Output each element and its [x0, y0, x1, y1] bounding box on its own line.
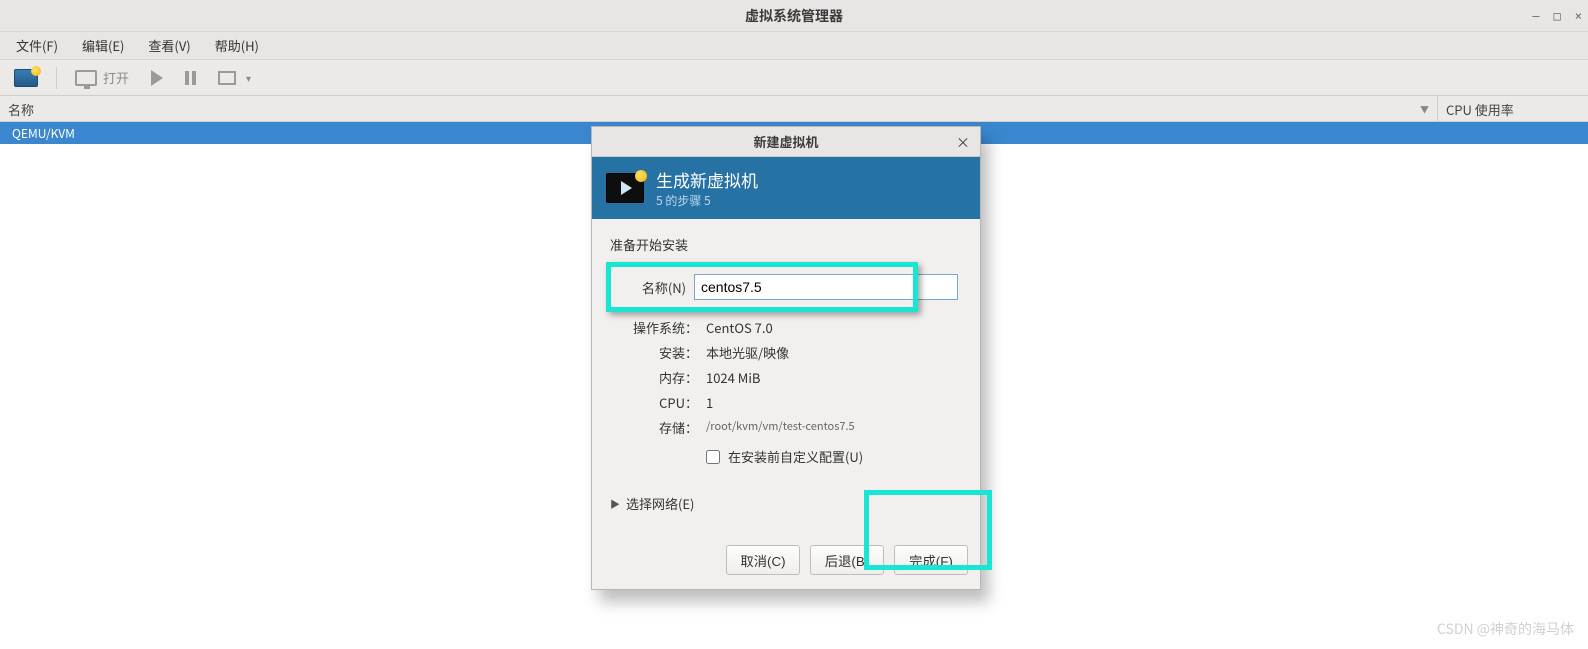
maximize-button[interactable]: □ [1554, 9, 1561, 23]
finish-button[interactable]: 完成(F) [894, 545, 968, 575]
column-headers: 名称 ▼ CPU 使用率 [0, 96, 1588, 122]
install-value: 本地光驱/映像 [706, 343, 789, 362]
cpu-value: 1 [706, 393, 713, 412]
dialog-header: 生成新虚拟机 5 的步骤 5 [592, 157, 980, 219]
os-value: CentOS 7.0 [706, 318, 773, 337]
hypervisor-label: QEMU/KVM [12, 125, 75, 142]
network-expander[interactable]: ▶ 选择网络(E) [610, 494, 962, 513]
dialog-header-title: 生成新虚拟机 [656, 167, 758, 192]
install-row: 安装： 本地光驱/映像 [620, 343, 962, 362]
menu-file[interactable]: 文件(F) [6, 34, 68, 57]
open-label: 打开 [103, 68, 129, 87]
os-row: 操作系统： CentOS 7.0 [620, 318, 962, 337]
menu-edit[interactable]: 编辑(E) [72, 34, 134, 57]
run-button[interactable] [147, 68, 167, 88]
back-button[interactable]: 后退(B) [810, 545, 884, 575]
network-expander-label: 选择网络(E) [626, 494, 694, 513]
toolbar-separator [56, 67, 57, 89]
pause-icon [185, 71, 196, 85]
window-controls: — □ × [1532, 0, 1582, 32]
dialog-body: 准备开始安装 名称(N) 操作系统： CentOS 7.0 安装： 本地光驱/映… [592, 219, 980, 537]
dialog-titlebar: 新建虚拟机 × [592, 127, 980, 157]
new-vm-button[interactable] [10, 67, 42, 89]
menu-help[interactable]: 帮助(H) [205, 34, 269, 57]
dialog-step-label: 5 的步骤 5 [656, 192, 758, 209]
chevron-down-icon: ▾ [246, 70, 251, 85]
open-button[interactable]: 打开 [71, 66, 133, 89]
customize-row: 在安装前自定义配置(U) [706, 447, 962, 466]
new-vm-icon [14, 69, 38, 87]
name-input[interactable] [694, 274, 958, 300]
window-title: 虚拟系统管理器 [745, 6, 843, 26]
memory-row: 内存： 1024 MiB [620, 368, 962, 387]
dialog-header-icon [606, 173, 644, 203]
dialog-close-button[interactable]: × [956, 133, 970, 153]
cancel-button[interactable]: 取消(C) [726, 545, 800, 575]
pause-button[interactable] [181, 69, 200, 87]
install-label: 安装： [620, 343, 698, 362]
menubar: 文件(F) 编辑(E) 查看(V) 帮助(H) [0, 32, 1588, 60]
storage-value: /root/kvm/vm/test-centos7.5 [706, 418, 855, 437]
memory-label: 内存： [620, 368, 698, 387]
prepare-label: 准备开始安装 [610, 235, 962, 254]
shutdown-button[interactable]: ▾ [214, 68, 255, 87]
menu-view[interactable]: 查看(V) [138, 34, 200, 57]
column-header-cpu[interactable]: CPU 使用率 [1438, 96, 1588, 121]
main-window-titlebar: 虚拟系统管理器 — □ × [0, 0, 1588, 32]
os-label: 操作系统： [620, 318, 698, 337]
storage-row: 存储： /root/kvm/vm/test-centos7.5 [620, 418, 962, 437]
dialog-title: 新建虚拟机 [753, 132, 818, 151]
name-label: 名称(N) [614, 278, 686, 297]
sort-indicator-icon: ▼ [1420, 103, 1429, 116]
expander-triangle-icon: ▶ [610, 496, 620, 511]
minimize-button[interactable]: — [1532, 9, 1539, 23]
close-button[interactable]: × [1575, 9, 1582, 23]
customize-checkbox[interactable] [706, 450, 720, 464]
stop-icon [218, 71, 236, 85]
cpu-row: CPU： 1 [620, 393, 962, 412]
cpu-label: CPU： [620, 393, 698, 412]
toolbar: 打开 ▾ [0, 60, 1588, 96]
customize-label: 在安装前自定义配置(U) [728, 447, 863, 466]
new-vm-dialog: 新建虚拟机 × 生成新虚拟机 5 的步骤 5 准备开始安装 名称(N) 操作系统… [591, 126, 981, 590]
watermark: CSDN @神奇的海马体 [1437, 619, 1574, 639]
name-row: 名称(N) [610, 268, 962, 306]
column-header-name[interactable]: 名称 ▼ [0, 96, 1438, 121]
monitor-icon [75, 70, 97, 86]
storage-label: 存储： [620, 418, 698, 437]
play-icon [151, 70, 163, 86]
memory-value: 1024 MiB [706, 368, 760, 387]
dialog-button-row: 取消(C) 后退(B) 完成(F) [592, 537, 980, 589]
